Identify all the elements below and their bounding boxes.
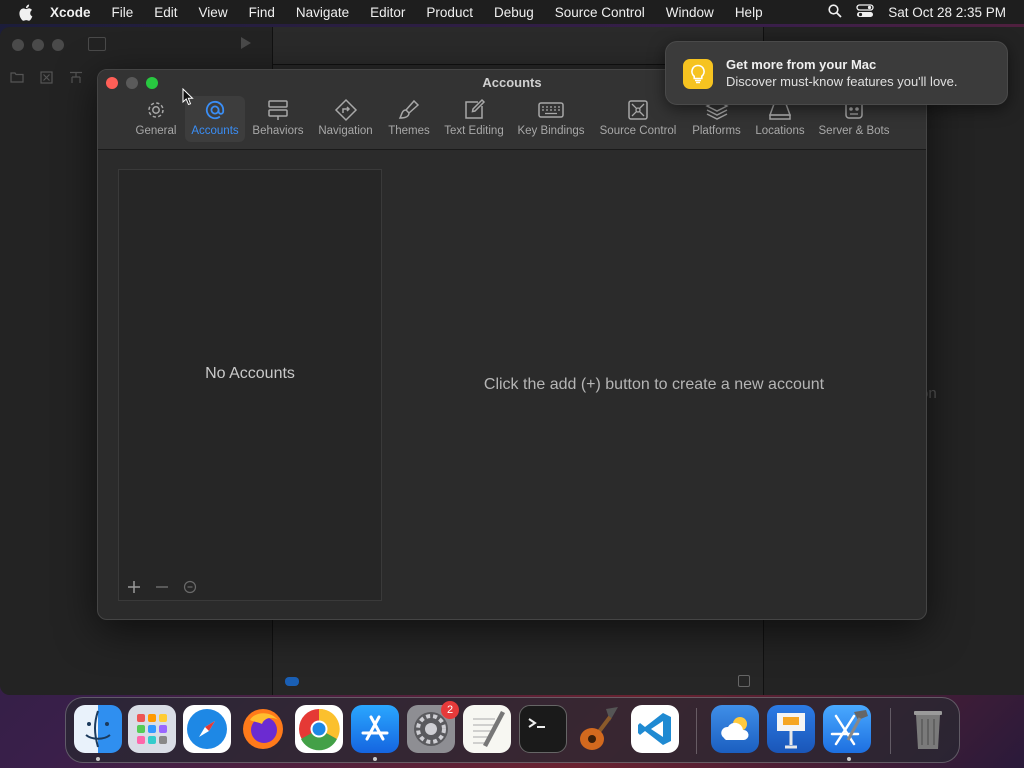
keyboard-icon bbox=[538, 102, 564, 118]
notification-count-badge: 2 bbox=[441, 701, 459, 719]
vscode-icon[interactable] bbox=[631, 705, 679, 753]
tab-accounts[interactable]: Accounts bbox=[185, 96, 245, 142]
tab-label: Accounts bbox=[191, 125, 239, 137]
tab-label: Source Control bbox=[599, 125, 677, 137]
at-icon bbox=[205, 100, 225, 120]
menu-help[interactable]: Help bbox=[735, 5, 763, 20]
firefox-icon[interactable] bbox=[239, 705, 287, 753]
background-status-indicator[interactable] bbox=[285, 677, 299, 686]
background-source-control-icon[interactable] bbox=[40, 71, 53, 87]
tab-label: Platforms bbox=[692, 125, 741, 137]
tab-label: Themes bbox=[388, 125, 430, 137]
menu-bar: Xcode File Edit View Find Navigate Edito… bbox=[0, 0, 1024, 24]
background-folder-icon[interactable] bbox=[10, 71, 24, 86]
tab-label: Behaviors bbox=[252, 125, 304, 137]
menu-window[interactable]: Window bbox=[666, 5, 714, 20]
notification-body: Discover must-know features you'll love. bbox=[726, 74, 958, 89]
account-options-button[interactable] bbox=[181, 578, 199, 596]
background-zoom-button[interactable] bbox=[52, 39, 64, 51]
tab-text-editing[interactable]: Text Editing bbox=[441, 96, 507, 142]
notification-banner[interactable]: Get more from your Mac Discover must-kno… bbox=[665, 41, 1008, 105]
background-run-icon[interactable] bbox=[240, 36, 252, 53]
menu-navigate[interactable]: Navigate bbox=[296, 5, 349, 20]
spotlight-search-icon[interactable] bbox=[828, 3, 842, 21]
textedit-icon[interactable] bbox=[463, 705, 511, 753]
tab-navigation[interactable]: Navigation bbox=[314, 96, 377, 142]
guitar-icon[interactable] bbox=[575, 705, 623, 753]
tab-general[interactable]: General bbox=[133, 96, 179, 142]
dock-separator bbox=[890, 708, 891, 754]
launchpad-icon[interactable] bbox=[128, 705, 176, 753]
menu-file[interactable]: File bbox=[112, 5, 134, 20]
menu-edit[interactable]: Edit bbox=[154, 5, 177, 20]
background-minimize-button[interactable] bbox=[32, 39, 44, 51]
behaviors-icon bbox=[268, 100, 288, 120]
terminal-icon[interactable] bbox=[519, 705, 567, 753]
finder-icon[interactable] bbox=[74, 705, 122, 753]
app-store-icon[interactable] bbox=[351, 705, 399, 753]
tab-key-bindings[interactable]: Key Bindings bbox=[515, 96, 587, 142]
apple-menu-icon[interactable] bbox=[18, 4, 36, 21]
source-control-icon bbox=[628, 100, 648, 120]
gear-icon bbox=[148, 102, 164, 118]
chrome-icon[interactable] bbox=[295, 705, 343, 753]
trash-icon[interactable] bbox=[904, 705, 952, 753]
accounts-list-controls bbox=[125, 578, 199, 596]
running-indicator bbox=[96, 757, 100, 761]
running-indicator bbox=[847, 757, 851, 761]
remove-account-button[interactable] bbox=[153, 578, 171, 596]
tab-label: General bbox=[135, 125, 177, 137]
tab-label: Key Bindings bbox=[517, 125, 585, 137]
background-hierarchy-icon[interactable] bbox=[69, 71, 83, 87]
dock-separator bbox=[696, 708, 697, 754]
safari-icon[interactable] bbox=[183, 705, 231, 753]
add-account-hint: Click the add (+) button to create a new… bbox=[483, 376, 825, 393]
tab-behaviors[interactable]: Behaviors bbox=[250, 96, 306, 142]
xcode-icon[interactable] bbox=[823, 705, 871, 753]
menu-view[interactable]: View bbox=[199, 5, 228, 20]
menu-app-name[interactable]: Xcode bbox=[50, 5, 91, 20]
accounts-list[interactable]: No Accounts bbox=[118, 169, 382, 601]
mouse-pointer-icon bbox=[182, 87, 194, 111]
tab-label: Server & Bots bbox=[818, 125, 890, 137]
tab-themes[interactable]: Themes bbox=[384, 96, 434, 142]
brush-icon bbox=[398, 99, 420, 119]
background-close-button[interactable] bbox=[12, 39, 24, 51]
accounts-settings-window: Accounts General Accounts Behaviors Navi… bbox=[97, 69, 927, 620]
background-debug-area-toggle-icon[interactable] bbox=[738, 675, 750, 687]
notification-title: Get more from your Mac bbox=[726, 57, 877, 72]
weather-icon[interactable] bbox=[711, 705, 759, 753]
tab-source-control[interactable]: Source Control bbox=[597, 96, 679, 142]
tab-label: Navigation bbox=[318, 125, 373, 137]
empty-accounts-label: No Accounts bbox=[205, 365, 295, 382]
navigation-icon bbox=[334, 98, 357, 122]
running-indicator bbox=[373, 757, 377, 761]
add-account-button[interactable] bbox=[125, 578, 143, 596]
menu-find[interactable]: Find bbox=[249, 5, 275, 20]
menu-bar-clock[interactable]: Sat Oct 28 2:35 PM bbox=[888, 5, 1006, 20]
dock bbox=[65, 697, 960, 763]
background-sidebar-toggle-icon[interactable] bbox=[88, 37, 106, 51]
menu-editor[interactable]: Editor bbox=[370, 5, 405, 20]
lightbulb-icon bbox=[683, 59, 713, 89]
menu-debug[interactable]: Debug bbox=[494, 5, 534, 20]
control-center-icon[interactable] bbox=[856, 3, 874, 21]
edit-icon bbox=[465, 98, 486, 119]
menu-source-control[interactable]: Source Control bbox=[555, 5, 645, 20]
keynote-icon[interactable] bbox=[767, 705, 815, 753]
tab-label: Text Editing bbox=[444, 125, 504, 137]
menu-product[interactable]: Product bbox=[426, 5, 473, 20]
tab-label: Locations bbox=[755, 125, 805, 137]
